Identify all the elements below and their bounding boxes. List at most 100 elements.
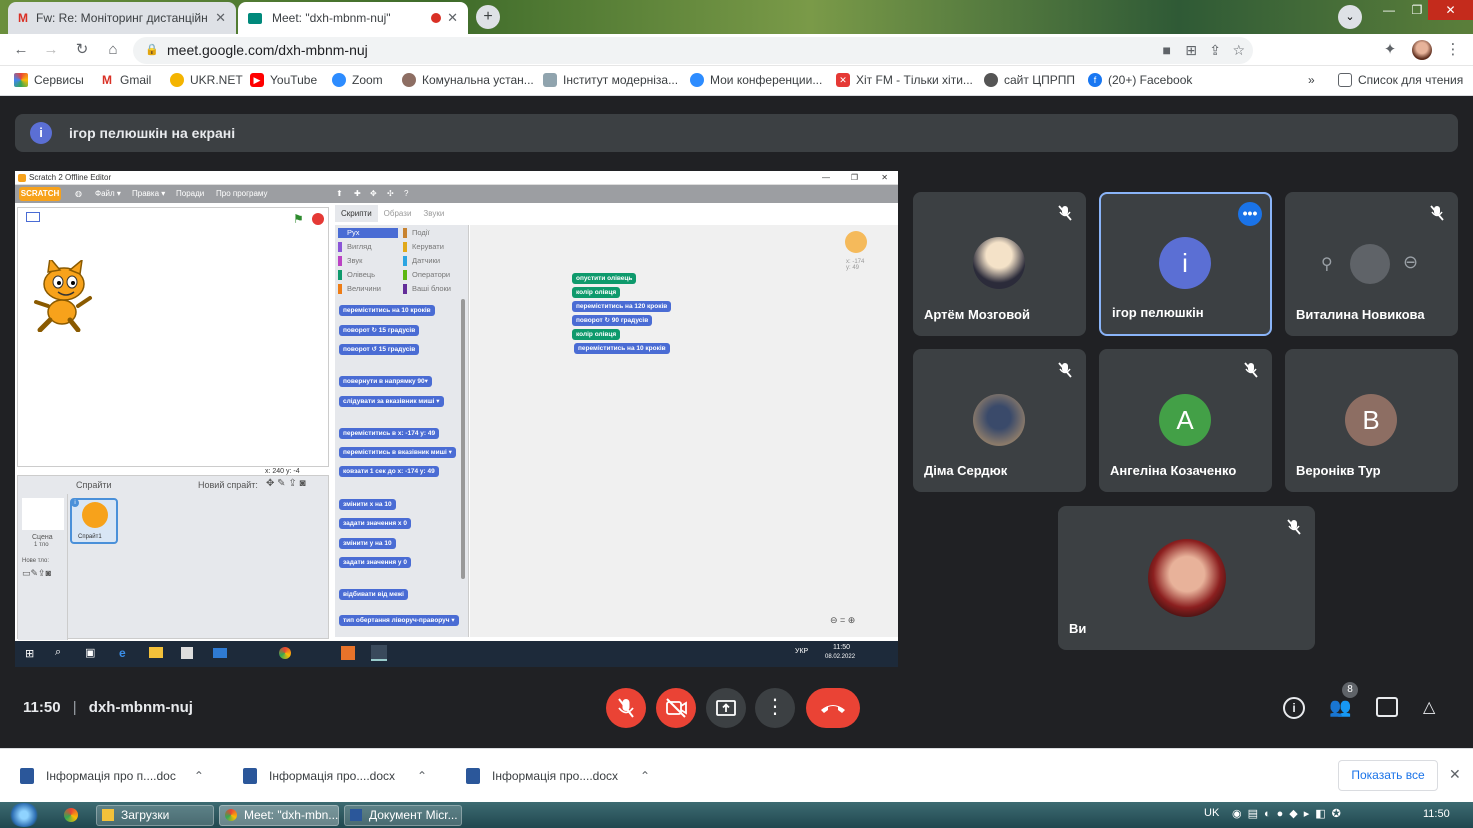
chevron-up-icon[interactable]: ⌃ [417, 769, 427, 783]
tab-search-icon[interactable]: ⌄ [1338, 5, 1362, 29]
home-icon[interactable]: ⌂ [103, 40, 123, 60]
fullscreen-icon[interactable] [26, 212, 40, 222]
download-item[interactable]: Інформація про....docx ⌃ [466, 765, 650, 787]
bookmark-cpripp[interactable]: сайт ЦПРПП [984, 73, 1075, 87]
participant-tile[interactable]: B Веронікв Тур [1285, 349, 1458, 492]
bookmark-hitfm[interactable]: ✕ Хіт FM - Тільки хіти... [836, 73, 973, 87]
taskbar-item[interactable]: Meet: "dxh-mbn... [219, 805, 339, 826]
camera-icon[interactable]: ■ [1163, 37, 1171, 64]
leave-call-button[interactable] [806, 688, 860, 728]
chat-icon[interactable] [1376, 697, 1398, 717]
present-button[interactable] [706, 688, 746, 728]
help-icon[interactable]: ? [404, 185, 408, 203]
bookmark-apps[interactable]: Сервисы [14, 73, 84, 87]
participant-tile-presenter[interactable]: i ••• ігор пелюшкін [1099, 192, 1272, 336]
minimize-icon[interactable]: — [822, 171, 830, 185]
category-sensing[interactable]: Датчики [403, 256, 440, 266]
star-icon[interactable]: ☆ [1232, 37, 1245, 64]
palette-block[interactable]: задати значення у 0 [339, 557, 411, 568]
start-button[interactable] [8, 803, 40, 827]
people-icon[interactable]: 👥 [1329, 697, 1353, 719]
restore-icon[interactable]: ❐ [851, 171, 858, 185]
tab-scripts[interactable]: Скрипти [335, 205, 378, 222]
palette-block[interactable]: переміститись в вказівник миші ▾ [339, 447, 456, 458]
close-icon[interactable]: ✕ [881, 171, 888, 185]
grow-icon[interactable]: ✥ [370, 185, 377, 203]
category-sound[interactable]: Звук [338, 256, 362, 266]
close-tab-icon[interactable]: ✕ [215, 10, 226, 26]
palette-block[interactable]: переміститись на 10 кроків [339, 305, 435, 316]
bookmark-gmail[interactable]: M Gmail [100, 73, 151, 87]
bookmark-zoom[interactable]: Zoom [332, 73, 383, 87]
bookmark-ukrnet[interactable]: UKR.NET [170, 73, 243, 87]
category-control[interactable]: Керувати [403, 242, 444, 252]
palette-block[interactable]: відбивати від межі [339, 589, 408, 600]
tab-gmail[interactable]: M Fw: Re: Моніторинг дистанційн ✕ [8, 2, 236, 34]
palette-block[interactable]: поворот ↻ 15 градусів [339, 325, 420, 336]
palette-block[interactable]: змінити у на 10 [339, 538, 396, 549]
shrink-icon[interactable]: ✣ [387, 185, 394, 203]
scratch-stage[interactable]: ⚑ [17, 207, 329, 467]
close-window-icon[interactable]: ✕ [1428, 0, 1473, 20]
menu-edit[interactable]: Правка ▾ [132, 185, 165, 203]
download-item[interactable]: Інформація про....docx ⌃ [243, 765, 427, 787]
bookmark-youtube[interactable]: ▶ YouTube [250, 73, 317, 87]
more-bookmarks[interactable]: » [1308, 73, 1315, 87]
palette-scrollbar[interactable] [461, 299, 465, 579]
tab-meet[interactable]: Meet: "dxh-mbnm-nuj" ✕ [238, 2, 468, 34]
tab-costumes[interactable]: Образи [378, 205, 418, 222]
bookmark-institute[interactable]: Інститут модерніза... [543, 73, 678, 87]
menu-icon[interactable]: ⋮ [1443, 40, 1463, 60]
info-icon[interactable]: i [71, 499, 79, 507]
share-icon[interactable]: ⇪ [1209, 37, 1221, 64]
palette-block[interactable]: поворот ↺ 15 градусів [339, 344, 420, 355]
screen-share[interactable]: Scratch 2 Offline Editor — ❐ ✕ SCRATCH ◍… [15, 171, 898, 667]
close-icon[interactable]: ✕ [1449, 766, 1461, 783]
tab-sounds[interactable]: Звуки [417, 205, 450, 222]
close-tab-icon[interactable]: ✕ [447, 10, 458, 26]
category-pen[interactable]: Олівець [338, 270, 375, 280]
backdrop-tools-icon[interactable]: ▭✎⇪◙ [22, 568, 51, 579]
stop-icon[interactable] [312, 213, 324, 225]
mic-toggle-button[interactable] [606, 688, 646, 728]
forward-icon[interactable]: → [41, 40, 61, 60]
script-area[interactable]: x: -174 y: 49 опустити олівець колір олі… [470, 225, 898, 637]
duplicate-icon[interactable]: ⬆ [336, 185, 343, 203]
palette-block[interactable]: слідувати за вказівник миші ▾ [339, 396, 444, 407]
participant-tile[interactable]: Артём Мозговой [913, 192, 1086, 336]
download-item[interactable]: Інформація про п....doc ⌃ [20, 765, 204, 787]
taskbar-item[interactable]: Загрузки [96, 805, 214, 826]
translate-icon[interactable]: ⊞ [1185, 37, 1197, 64]
menu-tips[interactable]: Поради [176, 185, 204, 203]
participant-tile[interactable]: Діма Сердюк [913, 349, 1086, 492]
green-flag-icon[interactable]: ⚑ [293, 212, 304, 226]
new-tab-button[interactable]: + [476, 5, 500, 29]
paint-sprite-icon[interactable]: ✥ ✎ ⇪ ◙ [266, 478, 306, 489]
show-all-button[interactable]: Показать все [1338, 760, 1438, 791]
bookmark-komunalna[interactable]: Комунальна устан... [402, 73, 534, 87]
category-events[interactable]: Події [403, 228, 430, 238]
zoom-controls-icon[interactable]: ⊖ = ⊕ [830, 615, 855, 626]
globe-icon[interactable]: ◍ [75, 185, 82, 203]
script-block[interactable]: поворот ↻ 90 градусів [572, 315, 653, 326]
activities-icon[interactable]: △ [1423, 697, 1435, 717]
participant-tile[interactable]: A Ангеліна Козаченко [1099, 349, 1272, 492]
cut-icon[interactable]: ✚ [354, 185, 361, 203]
remove-icon[interactable]: ⊖ [1403, 252, 1418, 273]
category-operators[interactable]: Оператори [403, 270, 450, 280]
language-indicator[interactable]: UK [1204, 807, 1219, 819]
camera-toggle-button[interactable] [656, 688, 696, 728]
category-data[interactable]: Величини [338, 284, 381, 294]
chevron-up-icon[interactable]: ⌃ [194, 769, 204, 783]
address-field[interactable]: 🔒 meet.google.com/dxh-mbnm-nuj ■ ⊞ ⇪ ☆ [133, 37, 1253, 64]
script-block[interactable]: колір олівця [572, 287, 621, 298]
script-block[interactable]: переміститись на 10 кроків [574, 343, 670, 354]
palette-block[interactable]: задати значення x 0 [339, 518, 411, 529]
bookmark-facebook[interactable]: f (20+) Facebook [1088, 73, 1192, 87]
sprite-thumbnail[interactable]: i Спрайт1 [70, 498, 118, 544]
more-options-button[interactable]: ⋮ [755, 688, 795, 728]
back-icon[interactable]: ← [11, 40, 31, 60]
tray-icons[interactable]: ◉▤◐●◆▸◧✪ [1232, 807, 1347, 820]
bookmark-conferences[interactable]: Мои конференции... [690, 73, 822, 87]
category-motion[interactable]: Рух [338, 228, 398, 238]
